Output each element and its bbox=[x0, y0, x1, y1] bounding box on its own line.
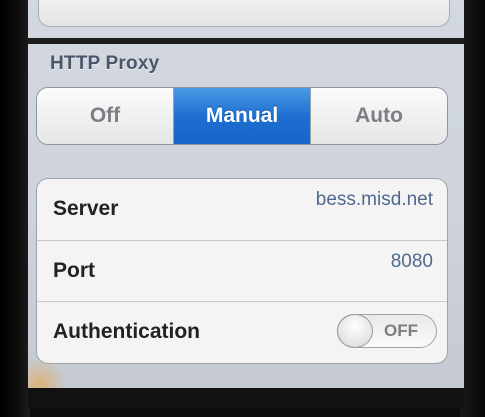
toggle-knob bbox=[337, 314, 373, 348]
device-bezel-left bbox=[0, 0, 30, 417]
proxy-mode-manual[interactable]: Manual bbox=[173, 88, 310, 144]
authentication-toggle[interactable]: OFF bbox=[337, 314, 437, 348]
toggle-state-text: OFF bbox=[384, 321, 418, 340]
authentication-label: Authentication bbox=[53, 320, 200, 343]
proxy-mode-off[interactable]: Off bbox=[37, 88, 173, 144]
server-row[interactable]: Server bess.misd.net bbox=[37, 179, 447, 239]
proxy-mode-auto[interactable]: Auto bbox=[310, 88, 447, 144]
previous-settings-group bbox=[38, 0, 450, 27]
port-label: Port bbox=[53, 259, 95, 282]
authentication-row: Authentication OFF bbox=[37, 301, 447, 362]
port-row[interactable]: Port 8080 bbox=[37, 240, 447, 301]
proxy-settings-group: Server bess.misd.net Port 8080 Authentic… bbox=[36, 178, 448, 364]
port-value[interactable]: 8080 bbox=[391, 251, 433, 273]
photo-dark-band bbox=[28, 38, 464, 44]
proxy-mode-segmented-control: Off Manual Auto bbox=[36, 87, 448, 145]
server-label: Server bbox=[53, 197, 119, 220]
http-proxy-header: HTTP Proxy bbox=[50, 53, 160, 74]
server-value[interactable]: bess.misd.net bbox=[316, 189, 433, 211]
photo-dark-bottom bbox=[28, 388, 464, 408]
light-reflection bbox=[28, 360, 68, 390]
settings-screen: HTTP Proxy Off Manual Auto Server bess.m… bbox=[28, 0, 464, 408]
